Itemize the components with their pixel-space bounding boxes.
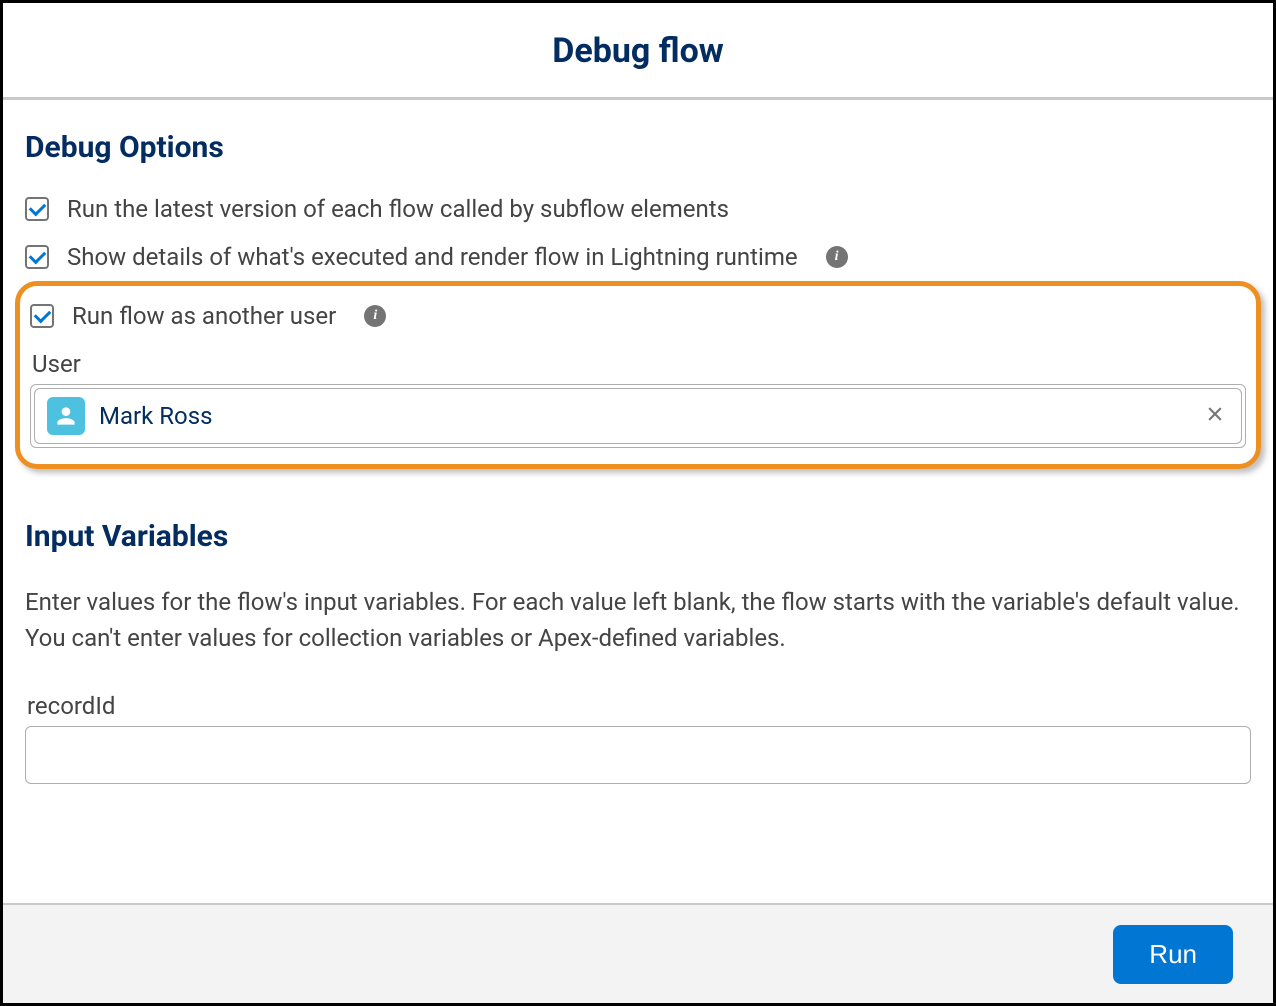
option-run-as-user: Run flow as another user i <box>30 302 1246 330</box>
checkbox-run-as-user[interactable] <box>30 304 54 328</box>
checkbox-show-details[interactable] <box>25 245 49 269</box>
user-field-label: User <box>32 350 1246 378</box>
recordid-label: recordId <box>27 692 1251 720</box>
recordid-input[interactable] <box>25 726 1251 784</box>
input-variables-description: Enter values for the flow's input variab… <box>25 584 1251 656</box>
info-icon[interactable]: i <box>826 246 848 268</box>
dialog-header: Debug flow <box>3 3 1273 100</box>
checkbox-label: Run flow as another user <box>72 302 336 330</box>
user-avatar-icon <box>47 397 85 435</box>
user-lookup-container: Mark Ross <box>30 384 1246 448</box>
debug-options-title: Debug Options <box>25 130 1251 165</box>
dialog-content: Debug Options Run the latest version of … <box>3 100 1273 784</box>
info-icon[interactable]: i <box>364 305 386 327</box>
clear-user-icon[interactable] <box>1201 400 1229 433</box>
user-lookup-value: Mark Ross <box>99 402 1187 430</box>
input-variables-title: Input Variables <box>25 519 1251 554</box>
dialog-footer: Run <box>3 903 1273 1003</box>
checkbox-label: Show details of what's executed and rend… <box>67 243 798 271</box>
run-as-user-highlight: Run flow as another user i User Mark Ros… <box>15 281 1261 469</box>
option-subflow-latest: Run the latest version of each flow call… <box>25 195 1251 223</box>
run-button[interactable]: Run <box>1113 925 1233 984</box>
checkbox-subflow-latest[interactable] <box>25 197 49 221</box>
option-show-details: Show details of what's executed and rend… <box>25 243 1251 271</box>
checkbox-label: Run the latest version of each flow call… <box>67 195 729 223</box>
user-lookup[interactable]: Mark Ross <box>34 388 1242 444</box>
input-variables-section: Input Variables Enter values for the flo… <box>25 519 1251 784</box>
dialog-title: Debug flow <box>3 31 1273 71</box>
